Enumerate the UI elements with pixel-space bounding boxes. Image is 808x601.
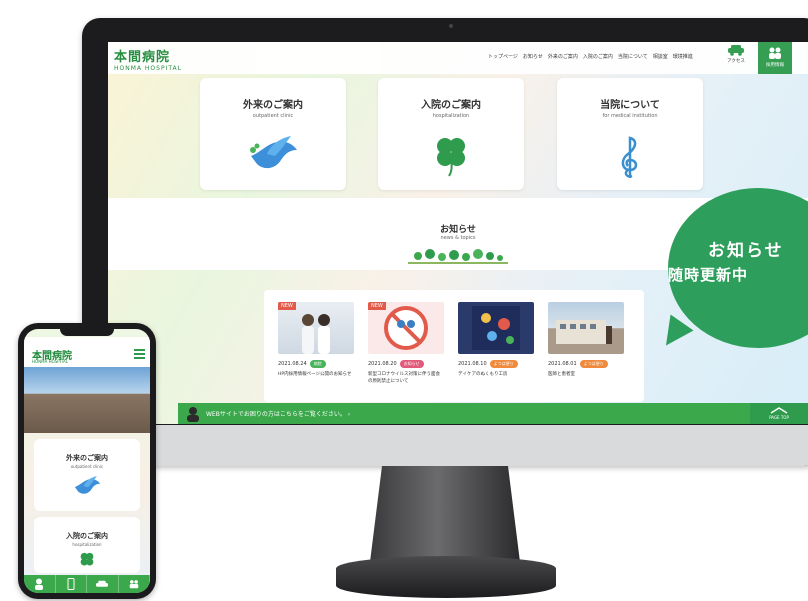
car-icon[interactable] bbox=[87, 575, 119, 593]
news-item[interactable]: 2021.08.01 よつば便り 医師と患者室 bbox=[548, 302, 624, 378]
news-text: 新型コロナウイルス対策に伴う面会の原則禁止について bbox=[368, 372, 440, 384]
dove-icon bbox=[250, 136, 297, 169]
card-title: 当院について bbox=[600, 100, 660, 111]
nav-outpatient[interactable]: 外来のご案内 bbox=[548, 53, 578, 60]
access-button[interactable]: アクセス bbox=[720, 44, 752, 70]
dove-icon bbox=[74, 476, 101, 494]
logo-en: HONMA HOSPITAL bbox=[114, 65, 182, 72]
news-text: 医師と患者室 bbox=[548, 372, 575, 377]
news-date-row: 2021.08.01 よつば便り bbox=[548, 360, 624, 368]
page-top-button[interactable]: PAGE TOP bbox=[750, 403, 808, 424]
phone-notch bbox=[60, 326, 114, 336]
news-date-row: 2021.08.10 よつば便り bbox=[458, 360, 534, 368]
site-logo[interactable]: 本間病院 HONMA HOSPITAL bbox=[114, 46, 182, 72]
card-title: 入院のご案内 bbox=[66, 532, 108, 540]
news-date: 2021.08.24 bbox=[278, 361, 307, 367]
recruit-button[interactable]: 採用情報 bbox=[758, 42, 792, 74]
news-date: 2021.08.01 bbox=[548, 361, 577, 367]
category-badge: よつば便り bbox=[489, 360, 518, 368]
news-thumbnail: NEW bbox=[368, 302, 444, 354]
monitor-chin bbox=[82, 425, 808, 466]
mobile-screen: 本間病院 HONMA HOSPITAL 外来のご案内 outpatient cl… bbox=[24, 329, 150, 593]
category-badge: お知らせ bbox=[399, 360, 424, 368]
nav-news[interactable]: お知らせ bbox=[523, 53, 543, 60]
card-subtitle: outpatient clinic bbox=[252, 113, 294, 119]
news-item[interactable]: NEW 2021.08.20 お知らせ 新型コロナウイルス対策に伴う面会の原則禁止… bbox=[368, 302, 444, 385]
card-about[interactable]: 当院について for medical institution bbox=[557, 78, 703, 190]
people-icon[interactable] bbox=[119, 575, 150, 593]
clover-icon bbox=[80, 552, 94, 566]
news-thumbnail bbox=[548, 302, 624, 354]
nav-about[interactable]: 当院について bbox=[618, 53, 648, 60]
news-item[interactable]: 2021.08.10 よつば便り デイケアのぬくもり工房 bbox=[458, 302, 534, 378]
hamburger-menu-icon[interactable] bbox=[134, 349, 145, 361]
trees-illustration bbox=[408, 249, 508, 264]
nav-environment[interactable]: 環境推進 bbox=[673, 53, 693, 60]
card-title: 外来のご案内 bbox=[243, 100, 303, 111]
mobile-card-outpatient[interactable]: 外来のご案内 outpatient clinic bbox=[34, 439, 140, 511]
news-item[interactable]: NEW 2021.08.24 病院 HP内採用情報ページ公開のお知らせ bbox=[278, 302, 354, 378]
mobile-card-hospitalization[interactable]: 入院のご案内 hospitalization bbox=[34, 517, 140, 573]
news-thumbnail bbox=[458, 302, 534, 354]
nav-consult[interactable]: 相談室 bbox=[653, 53, 668, 60]
user-icon[interactable] bbox=[24, 575, 56, 593]
mobile-bottom-bar bbox=[24, 575, 150, 593]
card-hospitalization[interactable]: 入院のご案内 hospitalization bbox=[378, 78, 524, 190]
news-date-row: 2021.08.24 病院 bbox=[278, 360, 354, 368]
card-subtitle: for medical institution bbox=[602, 113, 658, 119]
help-message: WEBサイトでお困りの方はこちらをご覧ください。 › bbox=[206, 411, 351, 418]
building-photo bbox=[556, 320, 612, 344]
access-label: アクセス bbox=[727, 59, 745, 64]
chevron-up-icon bbox=[770, 407, 788, 414]
new-flag: NEW bbox=[278, 302, 296, 310]
news-text: デイケアのぬくもり工房 bbox=[458, 372, 508, 377]
news-date: 2021.08.10 bbox=[458, 361, 487, 367]
help-banner[interactable]: WEBサイトでお困りの方はこちらをご覧ください。 › bbox=[178, 403, 808, 424]
site-header: 本間病院 HONMA HOSPITAL トップページ お知らせ 外来のご案内 入… bbox=[108, 42, 808, 74]
news-thumbnail: NEW bbox=[278, 302, 354, 354]
recruit-label: 採用情報 bbox=[766, 63, 784, 68]
clover-icon bbox=[437, 138, 465, 177]
mobile-logo-en: HONMA HOSPITAL bbox=[32, 359, 68, 364]
global-nav: トップページ お知らせ 外来のご案内 入院のご案内 当院について 相談室 環境推… bbox=[488, 53, 693, 60]
camera bbox=[449, 24, 453, 28]
logo-text: 本間病院 bbox=[114, 50, 171, 65]
monitor-base bbox=[336, 556, 556, 598]
nav-top[interactable]: トップページ bbox=[488, 53, 518, 60]
nav-hospitalization[interactable]: 入院のご案内 bbox=[583, 53, 613, 60]
card-subtitle: hospitalization bbox=[432, 113, 470, 119]
bubble-line-2: 随時更新中 bbox=[668, 266, 749, 284]
news-text: HP内採用情報ページ公開のお知らせ bbox=[278, 372, 352, 377]
card-title: 外来のご案内 bbox=[66, 454, 108, 462]
card-subtitle: hospitalization bbox=[72, 542, 102, 547]
news-date: 2021.08.20 bbox=[368, 361, 397, 367]
artwork-photo bbox=[472, 306, 520, 350]
page-top-label: PAGE TOP bbox=[769, 415, 789, 420]
new-flag: NEW bbox=[368, 302, 386, 310]
category-badge: 病院 bbox=[309, 360, 326, 368]
people-icon bbox=[769, 47, 781, 59]
mobile-hero-image bbox=[24, 367, 150, 433]
monitor-stand bbox=[370, 466, 520, 562]
phone-icon[interactable] bbox=[56, 575, 87, 593]
card-outpatient[interactable]: 外来のご案内 outpatient clinic bbox=[200, 78, 346, 190]
car-icon bbox=[728, 45, 744, 56]
card-subtitle: outpatient clinic bbox=[70, 464, 104, 469]
treble-clef-icon bbox=[621, 136, 638, 178]
news-list: NEW 2021.08.24 病院 HP内採用情報ページ公開のお知らせ NEW 2… bbox=[264, 290, 644, 402]
bubble-line-1: お知らせ bbox=[708, 241, 784, 261]
user-icon bbox=[187, 407, 199, 422]
news-date-row: 2021.08.20 お知らせ bbox=[368, 360, 444, 368]
card-title: 入院のご案内 bbox=[421, 100, 481, 111]
category-badge: よつば便り bbox=[579, 360, 608, 368]
